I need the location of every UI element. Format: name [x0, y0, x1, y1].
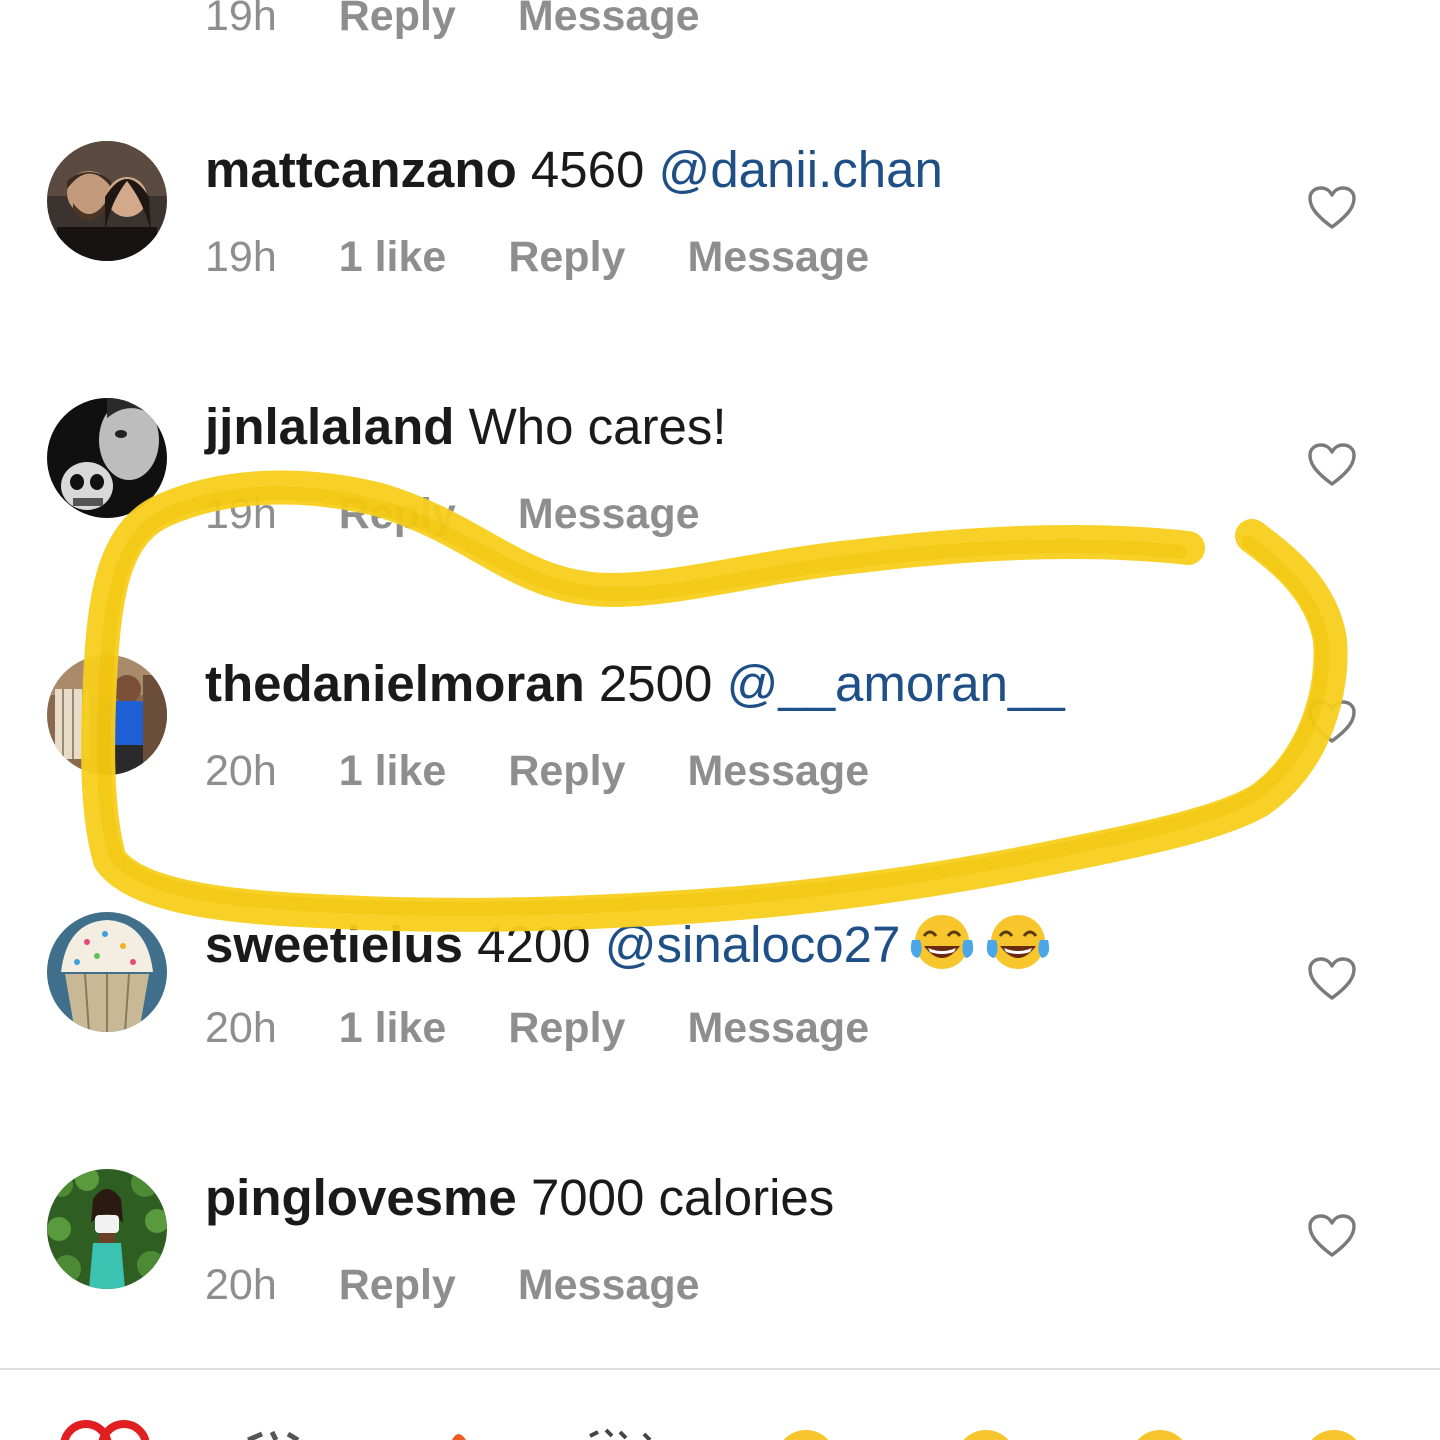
comment-meta: 20h 1 like Reply Message [205, 747, 931, 795]
comment-meta: 19h Reply Message [205, 490, 762, 538]
comment-username[interactable]: mattcanzano [205, 141, 517, 198]
heart-emoji-icon[interactable] [60, 1420, 150, 1440]
tears-of-joy-emoji-icon[interactable] [1304, 1430, 1364, 1440]
avatar[interactable] [47, 398, 167, 518]
likes-count[interactable]: 1 like [339, 1004, 447, 1052]
avatar[interactable] [47, 912, 167, 1032]
message-button[interactable]: Message [687, 747, 869, 795]
comments-screen: 19h Reply Message mattcanzano 4560 @danii.… [0, 0, 1440, 1440]
comment-item: mattcanzano 4560 @danii.chan 19h 1 like Re… [0, 141, 1440, 341]
comment-text: mattcanzano 4560 @danii.chan [205, 141, 943, 199]
reply-button[interactable]: Reply [339, 0, 456, 40]
comment-time: 19h [205, 233, 277, 281]
heart-icon[interactable] [1307, 1213, 1357, 1259]
reply-button[interactable]: Reply [508, 747, 625, 795]
comment-username[interactable]: jjnlalaland [205, 398, 454, 455]
tears-of-joy-emoji-icon [908, 912, 976, 972]
comment-text: sweetielus 4200 @sinaloco27 [205, 912, 1052, 974]
heart-icon[interactable] [1307, 442, 1357, 488]
reply-button[interactable]: Reply [508, 1004, 625, 1052]
likes-count[interactable]: 1 like [339, 747, 447, 795]
comment-username[interactable]: thedanielmoran [205, 655, 585, 712]
comment-time: 20h [205, 1261, 277, 1309]
comment-body: 7000 calories [530, 1169, 835, 1226]
message-button[interactable]: Message [518, 0, 700, 40]
reply-button[interactable]: Reply [339, 490, 456, 538]
shocked-face-emoji-icon[interactable] [1130, 1430, 1190, 1440]
comment-mention[interactable]: @__amoran__ [727, 655, 1065, 712]
quick-reaction-emoji-bar [0, 1400, 1440, 1440]
divider [0, 1368, 1440, 1370]
comment-username[interactable]: pinglovesme [205, 1169, 517, 1226]
message-button[interactable]: Message [687, 1004, 869, 1052]
comment-item: pinglovesme 7000 calories 20h Reply Messag… [0, 1169, 1440, 1369]
fire-emoji-icon[interactable] [452, 1434, 466, 1440]
comment-body: 4560 [530, 141, 645, 198]
comment-username[interactable]: sweetielus [205, 916, 463, 973]
comment-meta: 19h Reply Message [205, 0, 762, 40]
message-button[interactable]: Message [518, 1261, 700, 1309]
tears-of-joy-emoji-icon [984, 912, 1052, 972]
heart-icon[interactable] [1307, 185, 1357, 231]
message-button[interactable]: Message [518, 490, 700, 538]
comment-mention[interactable]: @sinaloco27 [605, 916, 901, 973]
comment-text: jjnlalaland Who cares! [205, 398, 727, 456]
comment-body: 4200 [477, 916, 591, 973]
avatar[interactable] [47, 1169, 167, 1289]
heart-icon[interactable] [1307, 956, 1357, 1002]
comment-mention[interactable]: @danii.chan [659, 141, 943, 198]
comment-item: jjnlalaland Who cares! 19h Reply Message [0, 398, 1440, 598]
likes-count[interactable]: 1 like [339, 233, 447, 281]
comment-time: 20h [205, 747, 277, 795]
comment-meta: 20h 1 like Reply Message [205, 1004, 931, 1052]
reply-button[interactable]: Reply [508, 233, 625, 281]
comment-partial-top: 19h Reply Message [0, 0, 1440, 100]
reply-button[interactable]: Reply [339, 1261, 456, 1309]
comment-text: thedanielmoran 2500 @__amoran__ [205, 655, 1065, 713]
crying-face-emoji-icon[interactable] [776, 1430, 836, 1440]
comment-meta: 20h Reply Message [205, 1261, 762, 1309]
avatar[interactable] [47, 655, 167, 775]
comment-body: Who cares! [468, 398, 727, 455]
clap-emoji-icon[interactable] [247, 1430, 300, 1440]
comment-body: 2500 [598, 655, 713, 712]
heart-icon[interactable] [1307, 699, 1357, 745]
avatar[interactable] [47, 141, 167, 261]
message-button[interactable]: Message [687, 233, 869, 281]
comment-item: thedanielmoran 2500 @__amoran__ 20h 1 lik… [0, 655, 1440, 855]
comment-time: 19h [205, 0, 277, 40]
comment-text: pinglovesme 7000 calories [205, 1169, 834, 1227]
comment-time: 19h [205, 490, 277, 538]
heart-eyes-emoji-icon[interactable] [956, 1430, 1016, 1440]
comment-time: 20h [205, 1004, 277, 1052]
comment-meta: 19h 1 like Reply Message [205, 233, 931, 281]
comment-item: sweetielus 4200 @sinaloco27 20h 1 like Rep… [0, 912, 1440, 1112]
raised-hands-emoji-icon[interactable] [589, 1428, 652, 1440]
